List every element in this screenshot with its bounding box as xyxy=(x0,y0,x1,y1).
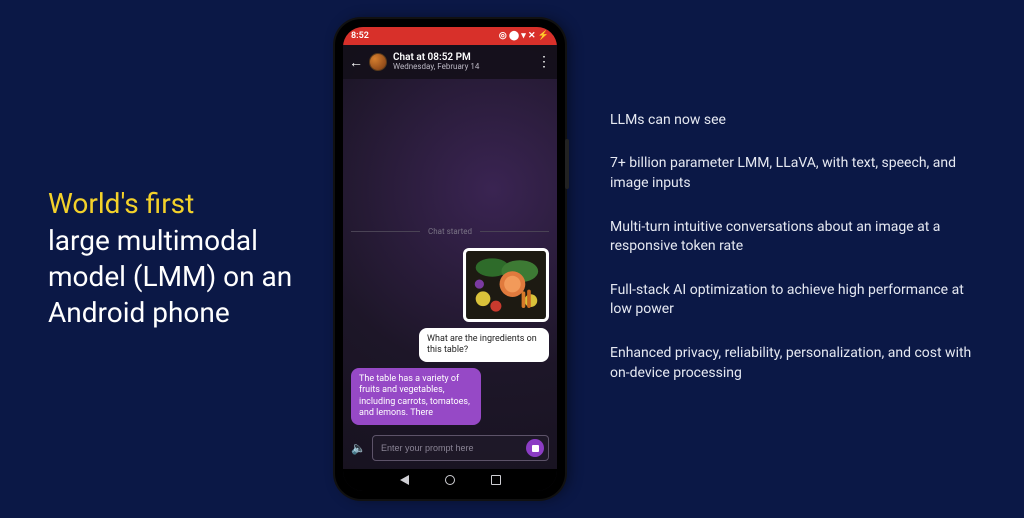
chat-subtitle: Wednesday, February 14 xyxy=(393,63,479,72)
headline: World's first large multimodal model (LM… xyxy=(48,186,310,332)
user-message[interactable]: What are the ingredients on this table? xyxy=(419,328,549,363)
nav-home-icon[interactable] xyxy=(445,475,455,485)
bullet: Multi-turn intuitive conversations about… xyxy=(610,218,984,257)
bullet: LLMs can now see xyxy=(610,111,984,131)
overflow-menu-icon[interactable]: ⋮ xyxy=(537,54,551,70)
chat-appbar: ← Chat at 08:52 PM Wednesday, February 1… xyxy=(343,45,557,79)
headline-rest: large multimodal model (LMM) on an Andro… xyxy=(48,224,292,330)
chat-body[interactable]: Chat started xyxy=(343,79,557,429)
bot-message[interactable]: The table has a variety of fruits and ve… xyxy=(351,368,481,425)
uploaded-image[interactable] xyxy=(463,248,549,322)
android-navbar xyxy=(343,469,557,491)
phone-column: 8:52 ◎ ⬤ ▾ ✕ ⚡ ← Chat at 08:52 PM Wednes… xyxy=(310,19,590,499)
bullet: Enhanced privacy, reliability, personali… xyxy=(610,344,984,383)
nav-recent-icon[interactable] xyxy=(491,475,501,485)
nav-back-icon[interactable] xyxy=(400,475,409,485)
prompt-input[interactable] xyxy=(381,443,526,453)
speaker-icon[interactable]: 🔈 xyxy=(351,441,366,455)
status-time: 8:52 xyxy=(351,31,369,41)
headline-highlight: World's first xyxy=(48,187,194,220)
android-statusbar: 8:52 ◎ ⬤ ▾ ✕ ⚡ xyxy=(343,27,557,45)
bullet: 7+ billion parameter LMM, LLaVA, with te… xyxy=(610,154,984,193)
food-photo-icon xyxy=(466,251,546,319)
phone-screen: 8:52 ◎ ⬤ ▾ ✕ ⚡ ← Chat at 08:52 PM Wednes… xyxy=(343,27,557,491)
appbar-titles: Chat at 08:52 PM Wednesday, February 14 xyxy=(393,52,479,72)
message-row-image xyxy=(351,248,549,322)
feature-bullets: LLMs can now see 7+ billion parameter LM… xyxy=(590,111,1024,407)
avatar[interactable] xyxy=(369,53,387,71)
prompt-input-wrap[interactable] xyxy=(372,435,549,461)
stop-button[interactable] xyxy=(526,439,544,457)
status-icons: ◎ ⬤ ▾ ✕ ⚡ xyxy=(499,31,549,41)
phone-frame: 8:52 ◎ ⬤ ▾ ✕ ⚡ ← Chat at 08:52 PM Wednes… xyxy=(335,19,565,499)
back-icon[interactable]: ← xyxy=(349,54,363,71)
headline-block: World's first large multimodal model (LM… xyxy=(0,186,310,332)
bullet: Full-stack AI optimization to achieve hi… xyxy=(610,281,984,320)
composer: 🔈 xyxy=(343,429,557,469)
chat-started-divider: Chat started xyxy=(351,227,549,236)
message-row-bot: The table has a variety of fruits and ve… xyxy=(351,368,549,425)
status-icon-group: ◎ ⬤ ▾ ✕ ⚡ xyxy=(499,31,549,41)
message-row-user: What are the ingredients on this table? xyxy=(351,328,549,363)
